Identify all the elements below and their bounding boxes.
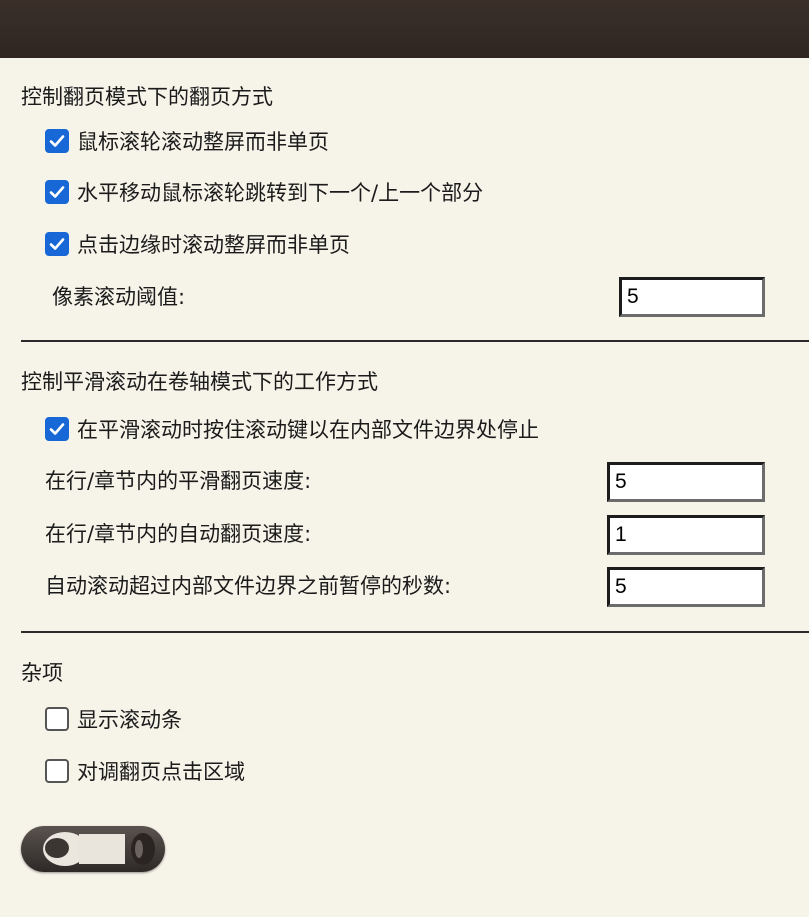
checkbox-row-horizontal-wheel-jump[interactable]: 水平移动鼠标滚轮跳转到下一个/上一个部分 — [45, 177, 483, 207]
checkbox-show-scrollbar[interactable] — [45, 707, 69, 731]
section-title-smooth-scroll: 控制平滑滚动在卷轴模式下的工作方式 — [21, 370, 378, 394]
checkbox-label: 在平滑滚动时按住滚动键以在内部文件边界处停止 — [77, 418, 539, 442]
checkmark-icon — [49, 238, 65, 250]
checkbox-horizontal-wheel-jump[interactable] — [45, 180, 69, 204]
pause-seconds-label: 自动滚动超过内部文件边界之前暂停的秒数: — [45, 574, 452, 598]
section-divider — [21, 340, 809, 342]
checkmark-icon — [49, 186, 65, 198]
checkbox-label: 显示滚动条 — [77, 708, 182, 732]
pixel-threshold-input[interactable] — [619, 277, 765, 317]
checkbox-wheel-full-screen[interactable] — [45, 129, 69, 153]
smooth-speed-label: 在行/章节内的平滑翻页速度: — [45, 469, 312, 493]
checkbox-row-wheel-full-screen[interactable]: 鼠标滚轮滚动整屏而非单页 — [45, 126, 329, 156]
pause-seconds-input[interactable] — [607, 567, 765, 607]
section-title-page-turn: 控制翻页模式下的翻页方式 — [21, 85, 273, 109]
window-titlebar — [0, 0, 809, 58]
checkbox-label: 鼠标滚轮滚动整屏而非单页 — [77, 130, 329, 154]
checkbox-row-edge-click-full-screen[interactable]: 点击边缘时滚动整屏而非单页 — [45, 229, 350, 259]
smooth-speed-input[interactable] — [607, 462, 765, 502]
section-divider — [21, 631, 809, 633]
checkbox-label: 水平移动鼠标滚轮跳转到下一个/上一个部分 — [77, 181, 484, 205]
auto-speed-input[interactable] — [607, 515, 765, 555]
checkbox-row-swap-click-areas[interactable]: 对调翻页点击区域 — [45, 756, 245, 786]
toggle-switch-icon — [43, 832, 155, 866]
checkbox-row-hold-scroll-stop[interactable]: 在平滑滚动时按住滚动键以在内部文件边界处停止 — [45, 414, 539, 444]
checkbox-hold-scroll-stop[interactable] — [45, 417, 69, 441]
checkmark-icon — [49, 423, 65, 435]
auto-speed-label: 在行/章节内的自动翻页速度: — [45, 522, 312, 546]
toggle-switch-button[interactable] — [21, 826, 165, 872]
checkbox-row-show-scrollbar[interactable]: 显示滚动条 — [45, 704, 182, 734]
checkbox-edge-click-full-screen[interactable] — [45, 232, 69, 256]
checkbox-label: 对调翻页点击区域 — [77, 760, 245, 784]
checkbox-label: 点击边缘时滚动整屏而非单页 — [77, 233, 350, 257]
checkbox-swap-click-areas[interactable] — [45, 759, 69, 783]
section-title-misc: 杂项 — [21, 661, 63, 685]
checkmark-icon — [49, 135, 65, 147]
pixel-threshold-label: 像素滚动阈值: — [52, 285, 186, 309]
